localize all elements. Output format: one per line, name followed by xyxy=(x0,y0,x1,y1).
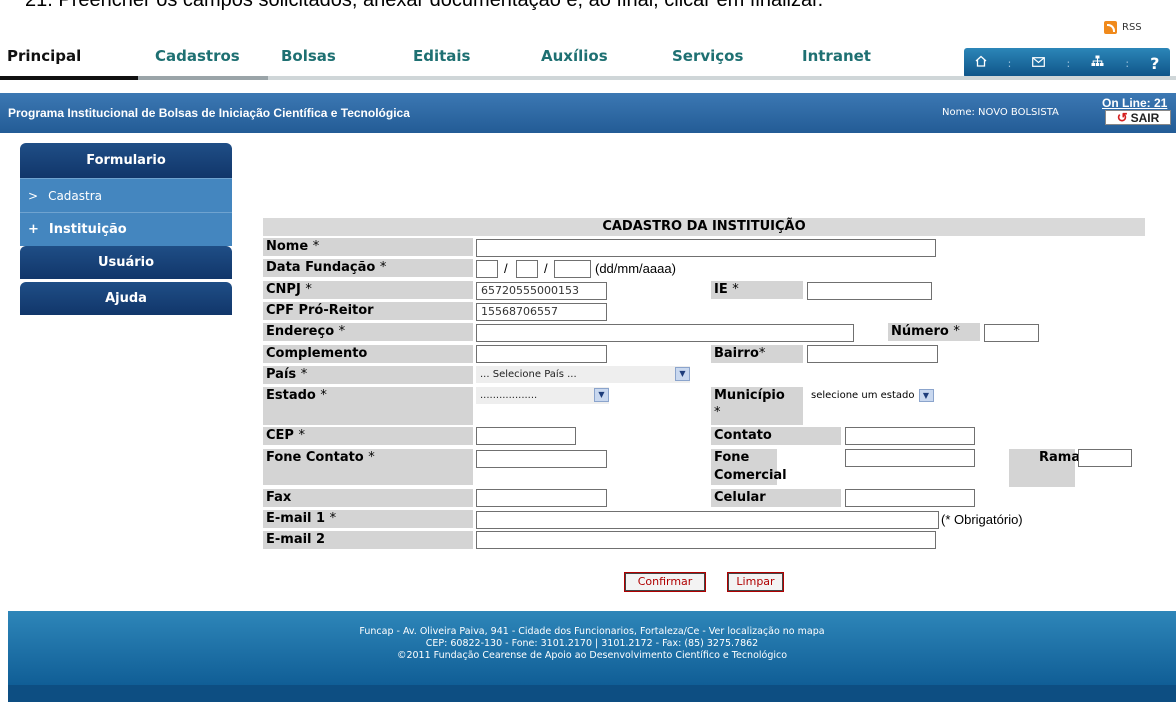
top-navigation: Principal Cadastros Bolsas Editais Auxíl… xyxy=(0,38,1176,80)
sidebar-button-ajuda[interactable]: Ajuda xyxy=(20,282,232,315)
chevron-down-icon: ▼ xyxy=(594,388,609,402)
instruction-caption: 21. Preencher os campos solicitados, ane… xyxy=(25,0,824,11)
sitemap-icon[interactable] xyxy=(1091,55,1104,71)
nav-underline xyxy=(0,76,1176,80)
label-municipio: Município * xyxy=(711,387,803,425)
footer-contact: CEP: 60822-130 - Fone: 3101.2170 | 3101.… xyxy=(425,638,759,649)
label-ramal: Ramal xyxy=(1009,449,1085,487)
fone-comercial-input[interactable] xyxy=(845,449,975,467)
label-fone-contato: Fone Contato * xyxy=(263,449,473,485)
sidebar-item-label: Cadastra xyxy=(48,188,103,203)
email2-input[interactable] xyxy=(476,531,936,549)
help-icon[interactable]: ? xyxy=(1150,54,1159,73)
complemento-input[interactable] xyxy=(476,345,607,363)
logout-button[interactable]: ↺ SAIR xyxy=(1105,110,1171,125)
footer-bar xyxy=(8,685,1176,702)
label-pais: País * xyxy=(263,366,473,384)
label-bairro: Bairro* xyxy=(711,345,803,363)
home-icon[interactable] xyxy=(975,55,987,71)
date-hint: (dd/mm/aaaa) xyxy=(595,261,676,276)
sidebar-item-instituicao[interactable]: + Instituição xyxy=(20,212,232,246)
rss-link[interactable]: RSS xyxy=(1104,21,1142,34)
separator: : xyxy=(1007,56,1012,70)
nav-cadastros[interactable]: Cadastros xyxy=(155,47,240,65)
rss-icon xyxy=(1104,21,1117,34)
label-contato: Contato xyxy=(711,427,841,445)
chevron-down-icon: ▼ xyxy=(918,388,934,402)
footer-address: Funcap - Av. Oliveira Paiva, 941 - Cidad… xyxy=(359,626,825,637)
program-title: Programa Institucional de Bolsas de Inic… xyxy=(8,106,410,120)
confirm-button[interactable]: Confirmar xyxy=(624,572,706,592)
ramal-input[interactable] xyxy=(1078,449,1132,467)
cep-input[interactable] xyxy=(476,427,576,445)
label-email2: E-mail 2 xyxy=(263,531,473,549)
email1-input[interactable] xyxy=(476,511,939,529)
label-fone-comercial: Fone Comercial xyxy=(711,449,787,485)
year-input[interactable] xyxy=(554,260,591,278)
label-ie: IE * xyxy=(711,281,803,299)
required-note: (* Obrigatório) xyxy=(941,512,1023,527)
celular-input[interactable] xyxy=(845,489,975,507)
label-cep: CEP * xyxy=(263,427,473,445)
label-email1: E-mail 1 * xyxy=(263,510,473,528)
sidebar-item-cadastra[interactable]: > Cadastra xyxy=(20,178,232,212)
separator: : xyxy=(1066,56,1071,70)
label-estado: Estado * xyxy=(263,387,473,425)
endereco-input[interactable] xyxy=(476,324,854,342)
sidebar-header-formulario[interactable]: Formulario xyxy=(20,143,232,178)
label-endereco: Endereço * xyxy=(263,323,473,341)
label-complemento: Complemento xyxy=(263,345,473,363)
sidebar-item-label: Instituição xyxy=(48,222,127,237)
user-name: Nome: NOVO BOLSISTA xyxy=(942,107,1059,118)
nav-principal[interactable]: Principal xyxy=(7,47,81,65)
cpf-input[interactable]: 15568706557 xyxy=(476,303,607,321)
separator: : xyxy=(1125,56,1130,70)
estado-select[interactable]: .................. ▼ xyxy=(476,387,609,404)
municipio-select[interactable]: selecione um estado ▼ xyxy=(811,388,934,404)
sidebar: Formulario > Cadastra + Instituição Usuá… xyxy=(20,143,232,315)
form-title: CADASTRO DA INSTITUIÇÃO xyxy=(263,218,1145,236)
nav-servicos[interactable]: Serviços xyxy=(672,47,743,65)
label-fax: Fax xyxy=(263,489,473,507)
footer: Funcap - Av. Oliveira Paiva, 941 - Cidad… xyxy=(8,611,1176,685)
tools-bar: : : : ? xyxy=(964,48,1170,78)
fax-input[interactable] xyxy=(476,489,607,507)
label-numero: Número * xyxy=(888,323,980,341)
contato-input[interactable] xyxy=(845,427,975,445)
chevron-down-icon: ▼ xyxy=(675,367,690,381)
pais-select[interactable]: ... Selecione País ... ▼ xyxy=(476,366,690,383)
label-celular: Celular xyxy=(711,489,841,507)
label-nome: Nome * xyxy=(263,238,473,256)
nav-bolsas[interactable]: Bolsas xyxy=(281,47,336,65)
fone-contato-input[interactable] xyxy=(476,450,607,468)
nav-editais[interactable]: Editais xyxy=(413,47,471,65)
rss-label: RSS xyxy=(1122,22,1142,33)
bairro-input[interactable] xyxy=(807,345,938,363)
numero-input[interactable] xyxy=(984,324,1039,342)
program-title-bar: Programa Institucional de Bolsas de Inic… xyxy=(0,93,1176,133)
nav-auxilios[interactable]: Auxílios xyxy=(541,47,608,65)
sidebar-button-usuario[interactable]: Usuário xyxy=(20,246,232,279)
footer-copyright: ©2011 Fundação Cearense de Apoio ao Dese… xyxy=(396,650,788,661)
mail-icon[interactable] xyxy=(1032,56,1046,71)
clear-button[interactable]: Limpar xyxy=(727,572,784,592)
nav-intranet[interactable]: Intranet xyxy=(802,47,871,65)
online-count: On Line: 21 xyxy=(1102,96,1168,110)
label-cpf: CPF Pró-Reitor xyxy=(263,302,473,320)
date-separator: / xyxy=(544,261,548,276)
logout-label: SAIR xyxy=(1130,110,1160,125)
label-data-fundacao: Data Fundação * xyxy=(263,259,473,277)
logout-icon: ↺ xyxy=(1116,109,1128,125)
month-input[interactable] xyxy=(516,260,538,278)
plus-icon: + xyxy=(28,222,39,237)
nome-input[interactable] xyxy=(476,239,936,257)
chevron-right-icon: > xyxy=(28,188,39,203)
cnpj-input[interactable]: 65720555000153 xyxy=(476,282,607,300)
date-separator: / xyxy=(504,261,508,276)
ie-input[interactable] xyxy=(807,282,932,300)
label-cnpj: CNPJ * xyxy=(263,281,473,299)
day-input[interactable] xyxy=(476,260,498,278)
